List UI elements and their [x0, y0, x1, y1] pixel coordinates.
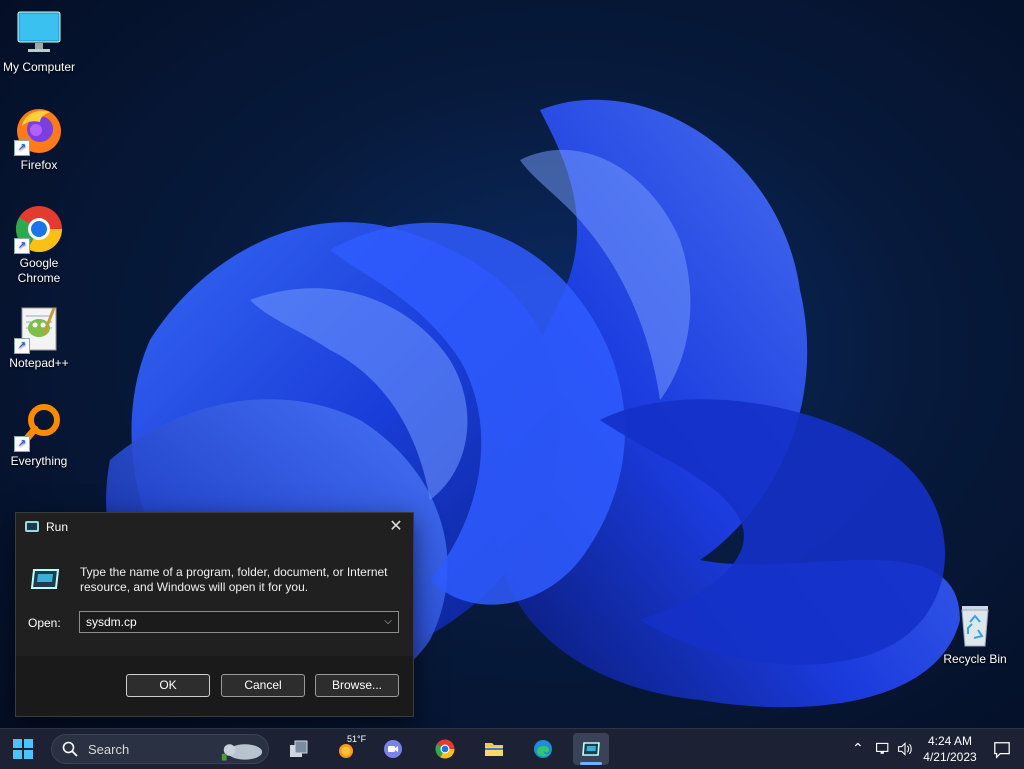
search-label: Search: [88, 742, 130, 757]
open-combobox[interactable]: ⌵: [79, 611, 399, 633]
clock-date: 4/21/2023: [923, 750, 977, 764]
open-label: Open:: [28, 616, 61, 630]
teams-chat-icon: [384, 740, 402, 758]
desktop-icon-label: Recycle Bin: [943, 652, 1007, 666]
windows-logo-icon: [13, 739, 33, 759]
clock-time: 4:24 AM: [927, 734, 973, 748]
run-app-icon: [25, 521, 39, 532]
run-icon: [30, 569, 60, 589]
weather-widget[interactable]: 51°F: [328, 733, 367, 765]
network-volume-tray[interactable]: [870, 733, 918, 765]
desktop-icon-notepad-plus-plus[interactable]: ↗ Notepad++: [0, 304, 79, 371]
shortcut-arrow-icon: ↗: [14, 436, 30, 452]
notification-icon: [994, 742, 1010, 759]
run-title: Run: [46, 520, 69, 534]
notepad-plus-plus-icon: ↗: [14, 304, 64, 354]
chrome-icon: ↗: [14, 204, 64, 254]
cancel-button[interactable]: Cancel: [221, 674, 305, 697]
network-icon: [876, 742, 889, 754]
edge-button[interactable]: [525, 733, 561, 765]
desktop-icon-firefox[interactable]: ↗ Firefox: [0, 106, 79, 173]
desktop-icon-label: My Computer: [2, 60, 76, 74]
desktop-icon-recycle-bin[interactable]: Recycle Bin: [935, 600, 1015, 667]
taskbar-clock[interactable]: 4:24 AM 4/21/2023: [918, 733, 982, 765]
browse-button[interactable]: Browse...: [315, 674, 399, 697]
run-description: Type the name of a program, folder, docu…: [80, 565, 388, 594]
search-highlight-manatee-icon: [221, 744, 263, 761]
desktop-icon-label: Firefox: [20, 158, 58, 172]
recycle-bin-icon: [950, 600, 1000, 650]
shortcut-arrow-icon: ↗: [14, 338, 30, 354]
chevron-down-icon[interactable]: ⌵: [380, 614, 396, 630]
task-view-icon: [290, 740, 308, 757]
everything-search-icon: ↗: [14, 402, 64, 452]
desktop-icon-label: Notepad++: [9, 356, 69, 370]
volume-icon: [898, 742, 912, 756]
teams-chat-button[interactable]: [375, 733, 411, 765]
chrome-icon: [435, 739, 455, 759]
taskbar: Search 51°F ⌃ 4:24 AM 4/21/2023: [0, 728, 1024, 769]
run-icon: [582, 742, 600, 756]
active-indicator: [580, 762, 602, 765]
shortcut-arrow-icon: ↗: [14, 140, 30, 156]
run-titlebar[interactable]: Run ✕: [16, 513, 413, 541]
edge-icon: [534, 740, 552, 758]
run-dialog: Run ✕ Type the name of a program, folder…: [15, 512, 414, 717]
task-view-button[interactable]: [281, 733, 317, 765]
file-explorer-button[interactable]: [476, 733, 512, 765]
firefox-icon: ↗: [14, 106, 64, 156]
taskbar-search[interactable]: Search: [51, 734, 269, 764]
desktop-icon-label: Everything: [10, 454, 68, 468]
chrome-taskbar-button[interactable]: [427, 733, 463, 765]
run-taskbar-button[interactable]: [573, 733, 609, 765]
search-icon: [62, 741, 78, 757]
desktop-icon-my-computer[interactable]: My Computer: [0, 8, 79, 75]
desktop-icon-google-chrome[interactable]: ↗ Google Chrome: [0, 204, 79, 286]
weather-temp: 51°F: [347, 734, 367, 744]
ok-button[interactable]: OK: [126, 674, 210, 697]
open-input[interactable]: [84, 612, 376, 632]
desktop-icon-everything[interactable]: ↗ Everything: [0, 402, 79, 469]
chevron-up-icon: ⌃: [852, 740, 864, 756]
notifications-button[interactable]: [988, 733, 1016, 765]
desktop-icon-label: Google Chrome: [17, 256, 61, 285]
start-button[interactable]: [5, 733, 41, 765]
close-icon[interactable]: ✕: [383, 515, 409, 539]
folder-icon: [485, 743, 503, 756]
monitor-icon: [14, 8, 64, 58]
shortcut-arrow-icon: ↗: [14, 238, 30, 254]
show-hidden-icons-button[interactable]: ⌃: [847, 733, 869, 765]
